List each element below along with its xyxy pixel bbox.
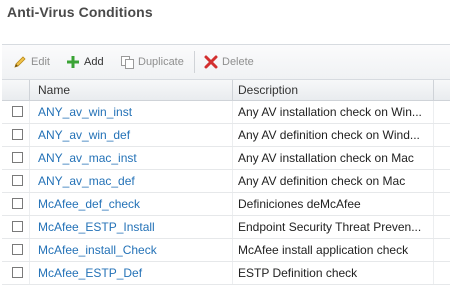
row-checkbox[interactable] bbox=[12, 152, 23, 163]
row-divider bbox=[29, 147, 30, 169]
row-divider bbox=[29, 101, 30, 123]
header-divider-2 bbox=[232, 80, 233, 100]
table-row[interactable]: McAfee_install_Check McAfee install appl… bbox=[2, 239, 450, 262]
row-checkbox[interactable] bbox=[12, 221, 23, 232]
pencil-icon bbox=[12, 54, 28, 70]
condition-description: Any AV installation check on Mac bbox=[238, 151, 414, 165]
row-divider bbox=[29, 124, 30, 146]
condition-name-link[interactable]: ANY_av_win_def bbox=[38, 124, 130, 146]
condition-description: Endpoint Security Threat Preven... bbox=[238, 220, 422, 234]
condition-name-link[interactable]: ANY_av_mac_def bbox=[38, 170, 135, 192]
header-divider-3 bbox=[433, 80, 434, 100]
duplicate-icon bbox=[119, 54, 135, 70]
header-divider-1 bbox=[29, 80, 30, 100]
condition-description: Any AV definition check on Mac bbox=[238, 174, 406, 188]
row-divider bbox=[29, 262, 30, 284]
row-divider bbox=[433, 216, 434, 238]
row-checkbox[interactable] bbox=[12, 267, 23, 278]
row-checkbox[interactable] bbox=[12, 175, 23, 186]
anti-virus-conditions-page: Anti-Virus Conditions Edit Add Duplicate… bbox=[0, 0, 450, 294]
row-divider bbox=[232, 239, 233, 261]
condition-description: Definiciones deMcAfee bbox=[238, 197, 361, 211]
add-label: Add bbox=[84, 56, 104, 68]
row-divider bbox=[232, 170, 233, 192]
delete-label: Delete bbox=[222, 56, 254, 68]
condition-description: Any AV definition check on Wind... bbox=[238, 128, 420, 142]
condition-name-link[interactable]: ANY_av_win_inst bbox=[38, 101, 132, 123]
edit-label: Edit bbox=[31, 56, 50, 68]
row-divider bbox=[29, 193, 30, 215]
row-checkbox[interactable] bbox=[12, 106, 23, 117]
row-divider bbox=[232, 262, 233, 284]
condition-name-link[interactable]: McAfee_install_Check bbox=[38, 239, 157, 261]
page-title: Anti-Virus Conditions bbox=[7, 4, 153, 20]
row-divider bbox=[29, 216, 30, 238]
row-divider bbox=[433, 147, 434, 169]
add-button[interactable]: Add bbox=[65, 53, 104, 71]
duplicate-label: Duplicate bbox=[138, 56, 184, 68]
edit-button[interactable]: Edit bbox=[12, 53, 50, 71]
delete-x-icon bbox=[203, 54, 219, 70]
duplicate-button[interactable]: Duplicate bbox=[119, 53, 184, 71]
condition-name-link[interactable]: McAfee_def_check bbox=[38, 193, 140, 215]
row-divider bbox=[433, 170, 434, 192]
row-checkbox[interactable] bbox=[12, 129, 23, 140]
delete-button[interactable]: Delete bbox=[203, 53, 254, 71]
table-row[interactable]: McAfee_ESTP_Def ESTP Definition check bbox=[2, 262, 450, 285]
row-divider bbox=[232, 101, 233, 123]
row-divider bbox=[433, 124, 434, 146]
row-divider bbox=[232, 193, 233, 215]
condition-name-link[interactable]: ANY_av_mac_inst bbox=[38, 147, 137, 169]
table-row[interactable]: McAfee_ESTP_Install Endpoint Security Th… bbox=[2, 216, 450, 239]
condition-name-link[interactable]: McAfee_ESTP_Install bbox=[38, 216, 155, 238]
select-all-header bbox=[2, 80, 29, 100]
row-divider bbox=[29, 170, 30, 192]
toolbar: Edit Add Duplicate Delete bbox=[2, 45, 450, 80]
row-divider bbox=[433, 262, 434, 284]
row-divider bbox=[232, 216, 233, 238]
table-header: Name Description bbox=[2, 80, 450, 101]
row-divider bbox=[433, 101, 434, 123]
row-divider bbox=[232, 124, 233, 146]
table-row[interactable]: ANY_av_mac_def Any AV definition check o… bbox=[2, 170, 450, 193]
table-row[interactable]: ANY_av_win_def Any AV definition check o… bbox=[2, 124, 450, 147]
conditions-table: Name Description ANY_av_win_inst Any AV … bbox=[2, 80, 450, 285]
condition-description: ESTP Definition check bbox=[238, 266, 358, 280]
row-divider bbox=[433, 239, 434, 261]
column-header-name[interactable]: Name bbox=[38, 80, 228, 100]
row-divider bbox=[433, 193, 434, 215]
condition-description: Any AV installation check on Win... bbox=[238, 105, 422, 119]
plus-icon bbox=[65, 54, 81, 70]
row-checkbox[interactable] bbox=[12, 198, 23, 209]
conditions-panel: Edit Add Duplicate Delete Name Descripti… bbox=[2, 44, 450, 294]
toolbar-separator bbox=[194, 51, 195, 73]
row-checkbox[interactable] bbox=[12, 244, 23, 255]
row-divider bbox=[29, 239, 30, 261]
condition-name-link[interactable]: McAfee_ESTP_Def bbox=[38, 262, 142, 284]
condition-description: McAfee install application check bbox=[238, 243, 409, 257]
table-row[interactable]: McAfee_def_check Definiciones deMcAfee bbox=[2, 193, 450, 216]
table-row[interactable]: ANY_av_win_inst Any AV installation chec… bbox=[2, 101, 450, 124]
row-divider bbox=[232, 147, 233, 169]
column-header-description[interactable]: Description bbox=[238, 80, 433, 100]
table-row[interactable]: ANY_av_mac_inst Any AV installation chec… bbox=[2, 147, 450, 170]
